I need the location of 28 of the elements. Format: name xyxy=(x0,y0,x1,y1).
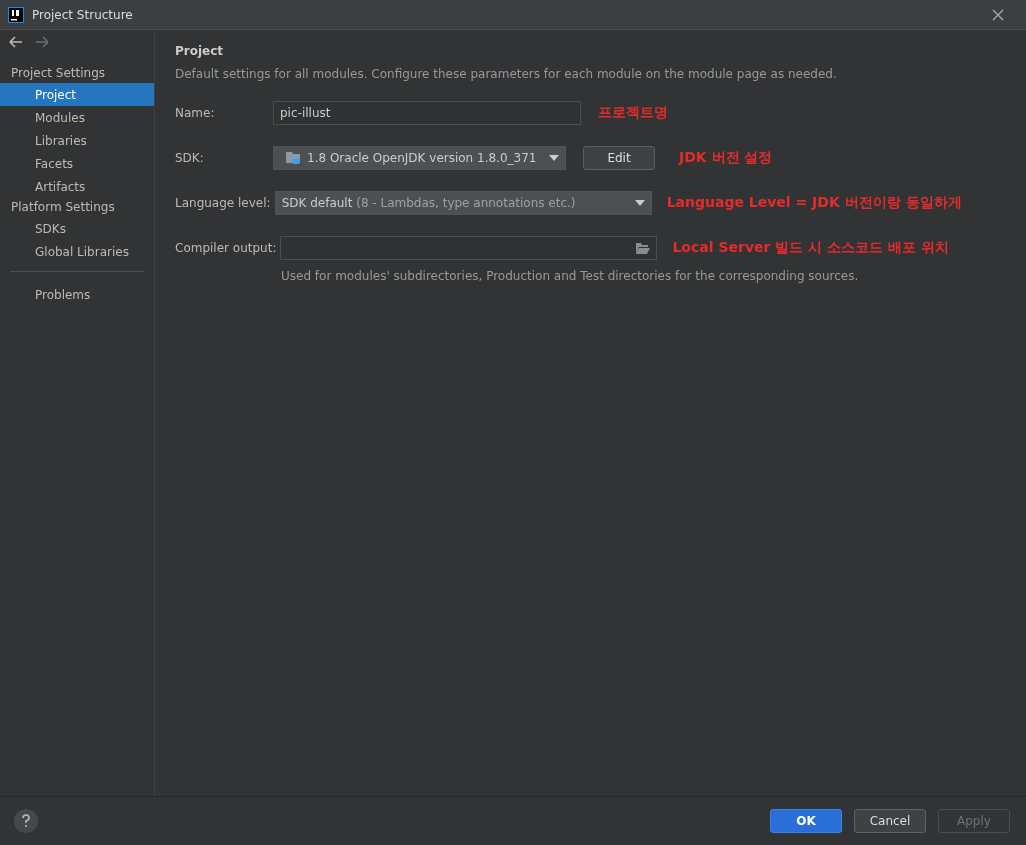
sidebar-item[interactable]: Libraries xyxy=(0,129,154,152)
sidebar-group-title: Platform Settings xyxy=(10,199,116,216)
annotation-text: Local Server 빌드 시 소스코드 배포 위치 xyxy=(672,239,949,257)
annotation-text: 프로젝트명 xyxy=(598,104,668,122)
window-title: Project Structure xyxy=(32,7,134,22)
dialog-button[interactable]: Cancel xyxy=(854,809,926,833)
field-label: Compiler output: xyxy=(175,241,278,255)
name-field[interactable]: pic-illust xyxy=(273,101,581,125)
annotation-text: Language Level = JDK 버전이랑 동일하게 xyxy=(666,194,962,212)
sidebar-item[interactable]: Facets xyxy=(0,152,154,175)
sidebar-item[interactable]: Modules xyxy=(0,106,154,129)
sdk-dropdown[interactable]: 1.8 Oracle OpenJDK version 1.8.0_371 xyxy=(273,146,566,170)
dialog-button[interactable]: OK xyxy=(770,809,842,833)
sidebar-item[interactable]: SDKs xyxy=(0,217,154,240)
sidebar-item[interactable]: Problems xyxy=(0,283,154,306)
edit-button[interactable]: Edit xyxy=(583,146,655,170)
sidebar-item[interactable]: Project xyxy=(0,83,154,106)
section-heading: Project xyxy=(175,44,225,60)
sidebar-group-title: Project Settings xyxy=(10,65,107,82)
language-level-dropdown[interactable]: SDK default (8 - Lambdas, type annotations etc.) xyxy=(274,191,652,215)
annotation-text: JDK 버전 설정 xyxy=(679,149,773,167)
help-text: Used for modules' subdirectories, Production and Test directories for the corresponding sources. xyxy=(281,269,860,283)
sidebar-item[interactable]: Global Libraries xyxy=(0,240,154,263)
field-label: Name: xyxy=(175,106,216,120)
section-description: Default settings for all modules. Configure these parameters for each module on the module page as needed. xyxy=(175,67,838,83)
field-label: SDK: xyxy=(175,151,205,165)
field-label: Language level: xyxy=(175,196,272,210)
sidebar-item[interactable]: Artifacts xyxy=(0,175,154,198)
